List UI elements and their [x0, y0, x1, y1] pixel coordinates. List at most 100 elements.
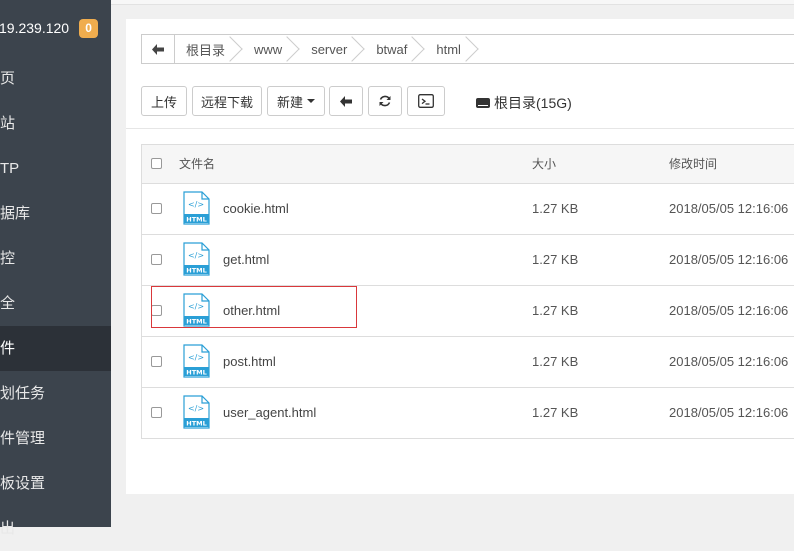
- breadcrumb-item-root[interactable]: 根目录: [175, 35, 243, 63]
- svg-text:HTML: HTML: [186, 216, 206, 224]
- svg-text:HTML: HTML: [186, 267, 206, 275]
- sidebar-item-software[interactable]: 件管理: [0, 416, 111, 461]
- html-file-icon: </> HTML: [183, 242, 210, 276]
- svg-text:HTML: HTML: [186, 420, 206, 428]
- file-size: 1.27 KB: [532, 201, 579, 216]
- breadcrumb-label: html: [436, 41, 461, 57]
- file-size: 1.27 KB: [532, 303, 579, 318]
- file-name-link[interactable]: cookie.html: [223, 184, 289, 234]
- divider: [126, 128, 794, 129]
- sidebar-item-label: 件管理: [0, 430, 46, 447]
- upload-button[interactable]: 上传: [141, 86, 187, 116]
- file-name-link[interactable]: other.html: [223, 286, 280, 336]
- table-row[interactable]: </> HTML other.html 1.27 KB 2018/05/05 12…: [142, 286, 794, 337]
- sidebar-item-logout[interactable]: 出: [0, 506, 111, 551]
- svg-text:</>: </>: [188, 353, 204, 362]
- server-ip: 19.239.120: [0, 20, 70, 36]
- table-header: 文件名 大小 修改时间: [142, 145, 794, 184]
- sidebar-item-label: 站: [0, 115, 16, 132]
- sidebar-item-ftp[interactable]: TP: [0, 146, 111, 191]
- breadcrumb-label: 根目录: [186, 42, 226, 58]
- row-checkbox[interactable]: [151, 254, 162, 265]
- html-file-icon: </> HTML: [183, 395, 210, 429]
- terminal-icon: [418, 94, 434, 108]
- sidebar-item-settings[interactable]: 板设置: [0, 461, 111, 506]
- upload-button-label: 上传: [150, 94, 177, 110]
- svg-text:</>: </>: [188, 404, 204, 413]
- sidebar-item-security[interactable]: 全: [0, 281, 111, 326]
- terminal-button[interactable]: [407, 86, 445, 116]
- back-button[interactable]: [329, 86, 363, 116]
- html-file-icon: </> HTML: [183, 344, 210, 378]
- sidebar-item-label: 划任务: [0, 385, 46, 402]
- breadcrumb-item-www[interactable]: www: [243, 35, 300, 63]
- refresh-icon: [379, 95, 391, 107]
- sidebar-item-label: 板设置: [0, 475, 46, 492]
- breadcrumb-item-server[interactable]: server: [300, 35, 365, 63]
- sidebar-item-label: 据库: [0, 205, 31, 222]
- svg-text:HTML: HTML: [186, 369, 206, 377]
- svg-text:</>: </>: [188, 200, 204, 209]
- row-checkbox[interactable]: [151, 356, 162, 367]
- sidebar: 19.239.120 0 页 站 TP 据库 控 全 件 划任务 件管理 板设置…: [0, 0, 111, 537]
- sidebar-item-home[interactable]: 页: [0, 56, 111, 101]
- notification-badge[interactable]: 0: [79, 18, 99, 38]
- file-size: 1.27 KB: [532, 354, 579, 369]
- table-row[interactable]: </> HTML cookie.html 1.27 KB 2018/05/05 1…: [142, 184, 794, 235]
- refresh-button[interactable]: [368, 86, 402, 116]
- file-mtime: 2018/05/05 12:16:06: [669, 201, 789, 216]
- server-header: 19.239.120 0: [0, 0, 111, 56]
- breadcrumb-label: btwaf: [376, 41, 408, 57]
- html-file-icon: </> HTML: [183, 191, 210, 225]
- file-size: 1.27 KB: [532, 252, 579, 267]
- remote-download-label: 远程下载: [200, 94, 253, 110]
- breadcrumb-label: server: [311, 41, 348, 57]
- sidebar-item-label: 全: [0, 295, 16, 312]
- row-checkbox[interactable]: [151, 407, 162, 418]
- caret-down-icon: [307, 99, 315, 103]
- back-arrow-icon: [340, 95, 352, 107]
- select-all-checkbox[interactable]: [151, 158, 162, 169]
- file-mtime: 2018/05/05 12:16:06: [669, 303, 789, 318]
- new-button-label: 新建: [276, 94, 303, 110]
- sidebar-item-label: 控: [0, 250, 16, 267]
- sidebar-item-monitor[interactable]: 控: [0, 236, 111, 281]
- table-row[interactable]: </> HTML post.html 1.27 KB 2018/05/05 12:…: [142, 337, 794, 388]
- file-mtime: 2018/05/05 12:16:06: [669, 405, 789, 420]
- disk-info: 根目录(15G): [476, 93, 572, 113]
- breadcrumb-item-html[interactable]: html: [425, 35, 479, 63]
- sidebar-item-cron[interactable]: 划任务: [0, 371, 111, 416]
- row-checkbox[interactable]: [151, 203, 162, 214]
- sidebar-item-website[interactable]: 站: [0, 101, 111, 146]
- column-header-size[interactable]: 大小: [532, 145, 556, 183]
- breadcrumb: 根目录 www server btwaf html: [141, 34, 794, 64]
- file-mtime: 2018/05/05 12:16:06: [669, 354, 789, 369]
- table-row[interactable]: </> HTML get.html 1.27 KB 2018/05/05 12:1…: [142, 235, 794, 286]
- back-arrow-icon[interactable]: [142, 35, 175, 63]
- disk-label: 根目录(15G): [494, 95, 572, 111]
- file-name-link[interactable]: post.html: [223, 337, 276, 387]
- sidebar-item-label: 出: [0, 520, 16, 537]
- file-name-link[interactable]: user_agent.html: [223, 388, 316, 438]
- file-mtime: 2018/05/05 12:16:06: [669, 252, 789, 267]
- svg-text:</>: </>: [188, 302, 204, 311]
- remote-download-button[interactable]: 远程下载: [192, 86, 262, 116]
- top-bar: [111, 0, 794, 5]
- column-header-mtime[interactable]: 修改时间: [669, 145, 717, 183]
- file-size: 1.27 KB: [532, 405, 579, 420]
- column-header-name[interactable]: 文件名: [179, 145, 215, 183]
- svg-text:HTML: HTML: [186, 318, 206, 326]
- sidebar-item-label: TP: [0, 160, 20, 177]
- sidebar-item-label: 件: [0, 340, 16, 357]
- sidebar-item-database[interactable]: 据库: [0, 191, 111, 236]
- row-checkbox[interactable]: [151, 305, 162, 316]
- file-name-link[interactable]: get.html: [223, 235, 269, 285]
- new-dropdown-button[interactable]: 新建: [267, 86, 325, 116]
- hard-drive-icon: [476, 98, 490, 108]
- html-file-icon: </> HTML: [183, 293, 210, 327]
- breadcrumb-item-btwaf[interactable]: btwaf: [365, 35, 425, 63]
- sidebar-item-files[interactable]: 件: [0, 326, 111, 371]
- svg-text:</>: </>: [188, 251, 204, 260]
- table-row[interactable]: </> HTML user_agent.html 1.27 KB 2018/05/…: [142, 388, 794, 438]
- file-table: 文件名 大小 修改时间 </> HTML cookie.html 1.27 KB …: [141, 144, 794, 439]
